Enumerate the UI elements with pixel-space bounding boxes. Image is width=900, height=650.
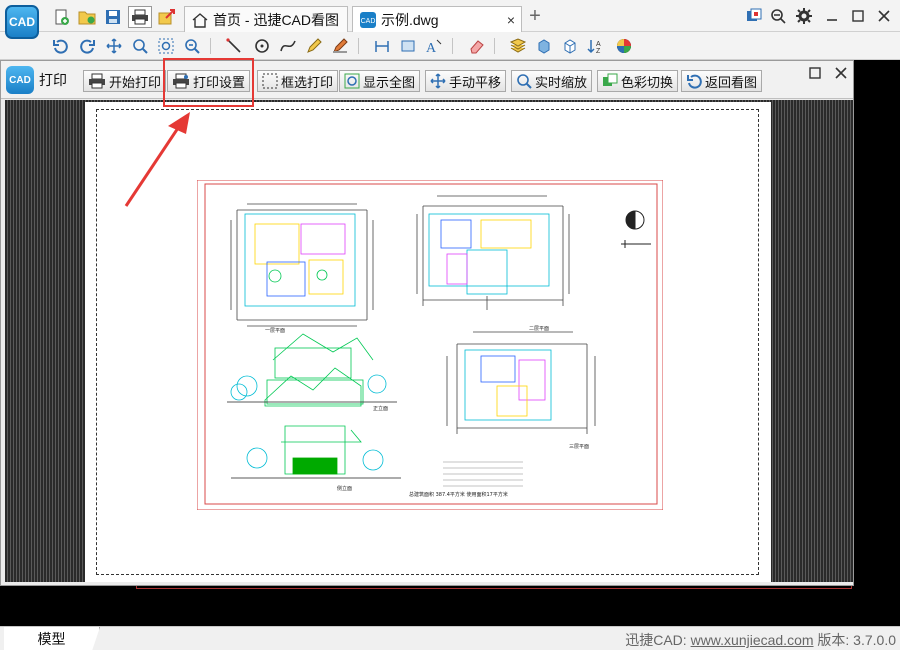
pan-icon xyxy=(430,73,446,89)
zoom-extents-icon[interactable] xyxy=(156,36,176,56)
drawing-edge-line xyxy=(136,586,852,589)
svg-text:Z: Z xyxy=(596,48,601,54)
print-maximize-icon[interactable] xyxy=(805,63,825,83)
caption-elevation-2: 侧立面 xyxy=(337,485,352,492)
realtime-zoom-button[interactable]: 实时缩放 xyxy=(511,70,593,92)
svg-text:A: A xyxy=(596,41,601,48)
redo-icon[interactable] xyxy=(78,36,98,56)
status-text: 迅捷CAD: www.xunjiecad.com 版本: 3.7.0.0 xyxy=(625,630,896,650)
tab-drawing-label: 示例.dwg xyxy=(381,11,439,28)
print-close-icon[interactable] xyxy=(831,63,851,83)
toolbar-divider xyxy=(210,38,211,54)
zoom-realtime-icon[interactable] xyxy=(182,36,202,56)
tab-close-button[interactable]: × xyxy=(507,12,515,28)
home-icon xyxy=(192,12,208,28)
tab-home-label: 首页 - 迅捷CAD看图 xyxy=(213,11,339,28)
tab-model[interactable]: 模型 xyxy=(4,627,100,650)
zoom-icon xyxy=(517,74,532,89)
print-logo: CAD xyxy=(6,66,34,94)
print-toolbar: CAD 打印 开始打印 打印设置 框选打印 显示全图 手动平移 实时缩放 色彩切… xyxy=(1,61,853,99)
color-switch-button[interactable]: 色彩切换 xyxy=(597,70,679,92)
cad-viewer-app: CAD 首页 - 迅捷CAD看图 CAD 示例.dwg × + A A Z CA… xyxy=(0,0,900,650)
caption-elevation-1: 正立面 xyxy=(373,405,388,412)
realtime-zoom-label: 实时缩放 xyxy=(535,74,588,90)
drawing-preview: 一层平面 二层平面 三层平面 正立面 侧立面 总建筑面积 387.4平方米 使用… xyxy=(197,180,663,510)
svg-text:CAD: CAD xyxy=(361,18,376,25)
close-icon[interactable] xyxy=(874,6,894,26)
return-view-button[interactable]: 返回看图 xyxy=(681,70,763,92)
zoom-window-icon[interactable] xyxy=(130,36,150,56)
caption-floor-1: 一层平面 xyxy=(265,328,285,334)
open-folder-icon[interactable] xyxy=(78,8,96,26)
tab-drawing[interactable]: CAD 示例.dwg × xyxy=(352,6,522,32)
color-wheel-icon[interactable] xyxy=(614,36,634,56)
layers-icon[interactable] xyxy=(744,6,764,26)
undo-icon[interactable] xyxy=(50,36,70,56)
title-bar: CAD 首页 - 迅捷CAD看图 CAD 示例.dwg × + xyxy=(0,0,900,39)
pencil-icon[interactable] xyxy=(304,36,324,56)
print-settings-label: 打印设置 xyxy=(193,74,246,90)
app-logo: CAD xyxy=(5,5,39,39)
spline-tool-icon[interactable] xyxy=(278,36,298,56)
status-brand: 迅捷CAD: xyxy=(625,632,691,648)
website-link[interactable]: www.xunjiecad.com xyxy=(691,632,814,648)
3d-view-icon[interactable] xyxy=(560,36,580,56)
new-tab-button[interactable]: + xyxy=(526,6,544,28)
new-file-icon[interactable] xyxy=(52,8,70,26)
sort-icon[interactable]: AZ xyxy=(586,36,606,56)
eraser-icon[interactable] xyxy=(466,36,486,56)
circle-tool-icon[interactable] xyxy=(252,36,272,56)
show-all-button[interactable]: 显示全图 xyxy=(339,70,421,92)
caption-floor-3: 三层平面 xyxy=(569,444,589,450)
tab-home[interactable]: 首页 - 迅捷CAD看图 xyxy=(184,6,348,32)
status-version: 版本: 3.7.0.0 xyxy=(813,632,896,648)
window-select-icon xyxy=(262,73,278,89)
export-icon[interactable] xyxy=(158,8,176,26)
markup-icon[interactable] xyxy=(330,36,350,56)
gear-icon[interactable] xyxy=(794,6,814,26)
manual-pan-label: 手动平移 xyxy=(449,74,502,90)
area-measure-icon[interactable] xyxy=(398,36,418,56)
start-print-label: 开始打印 xyxy=(109,74,162,90)
toolbar-divider xyxy=(452,38,453,54)
return-icon xyxy=(687,74,702,89)
svg-text:A: A xyxy=(426,41,437,54)
print-title: 打印 xyxy=(39,72,67,88)
window-print-label: 框选打印 xyxy=(281,74,334,90)
color-switch-icon xyxy=(603,73,618,86)
3d-box-icon[interactable] xyxy=(534,36,554,56)
caption-floor-2: 二层平面 xyxy=(529,326,549,332)
printer-icon xyxy=(89,73,105,89)
text-tool-icon[interactable]: A xyxy=(424,36,444,56)
line-tool-icon[interactable] xyxy=(224,36,244,56)
dwg-file-icon: CAD xyxy=(360,11,376,28)
show-all-label: 显示全图 xyxy=(363,74,416,90)
maximize-icon[interactable] xyxy=(848,6,868,26)
dimension-icon[interactable] xyxy=(372,36,392,56)
status-bar: 模型 迅捷CAD: www.xunjiecad.com 版本: 3.7.0.0 xyxy=(0,626,900,650)
print-settings-button[interactable]: 打印设置 xyxy=(167,70,251,92)
layer-tool-icon[interactable] xyxy=(508,36,528,56)
window-print-button[interactable]: 框选打印 xyxy=(257,70,339,92)
zoom-out-icon[interactable] xyxy=(768,6,788,26)
manual-pan-button[interactable]: 手动平移 xyxy=(425,70,507,92)
return-view-label: 返回看图 xyxy=(705,74,758,90)
annotation-arrow xyxy=(124,112,190,207)
drawing-footer-note: 总建筑面积 387.4平方米 使用面积17平方米 xyxy=(409,491,508,498)
start-print-button[interactable]: 开始打印 xyxy=(83,70,167,92)
zoom-extents-icon xyxy=(344,73,360,89)
pan-icon[interactable] xyxy=(104,36,124,56)
color-switch-label: 色彩切换 xyxy=(621,74,674,90)
save-icon[interactable] xyxy=(104,8,122,26)
toolbar-divider xyxy=(494,38,495,54)
print-settings-icon xyxy=(173,73,189,89)
print-icon[interactable] xyxy=(128,6,152,28)
draw-toolbar: A AZ xyxy=(0,32,900,60)
toolbar-divider xyxy=(358,38,359,54)
minimize-icon[interactable] xyxy=(822,6,842,26)
